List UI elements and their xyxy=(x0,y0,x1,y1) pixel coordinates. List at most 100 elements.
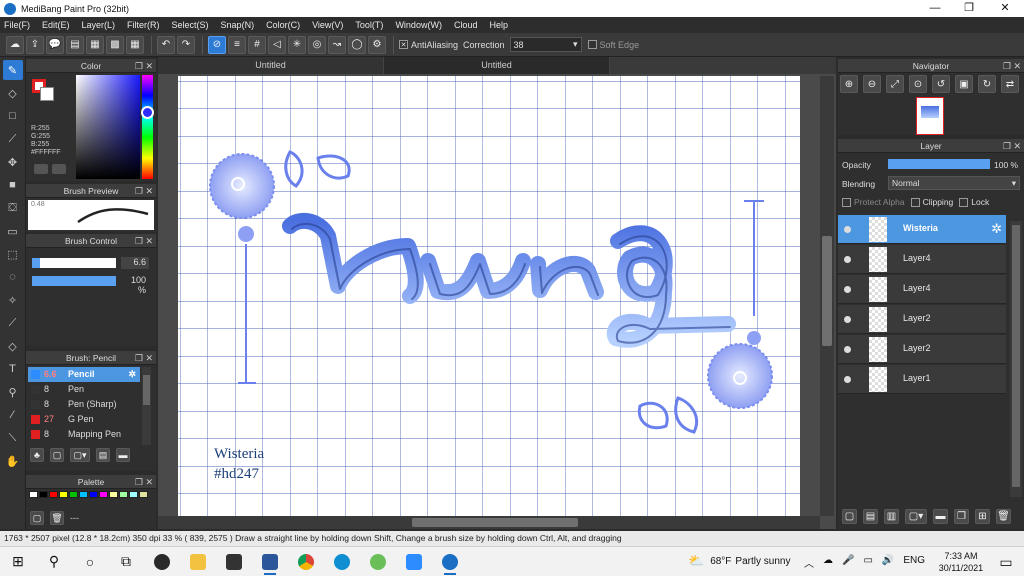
correction-select[interactable]: 38 ▾ xyxy=(509,37,582,52)
tab-untitled-2[interactable]: Untitled xyxy=(384,57,610,74)
trash-icon[interactable]: 🗑 xyxy=(996,509,1011,524)
redo-icon[interactable]: ↷ xyxy=(177,35,195,54)
color-add-toggle[interactable] xyxy=(52,164,66,174)
snap-settings-icon[interactable]: ⚙ xyxy=(368,35,386,54)
palette-swatch[interactable] xyxy=(99,491,108,498)
paint-app-icon[interactable] xyxy=(364,549,392,575)
file-explorer-icon[interactable] xyxy=(184,549,212,575)
layer-row-layer1[interactable]: Layer1 xyxy=(838,365,1006,394)
panel-close-icon[interactable]: ❐ ✕ xyxy=(135,234,153,248)
palette-more[interactable]: --- xyxy=(70,513,79,523)
bucket-tool-icon[interactable]: ⛋ xyxy=(3,198,23,218)
app-u-icon[interactable] xyxy=(148,549,176,575)
share-icon[interactable]: ⇪ xyxy=(26,35,44,54)
menu-view[interactable]: View(V) xyxy=(312,20,343,30)
eye-icon[interactable] xyxy=(844,226,851,233)
layer-row-layer4[interactable]: Layer4 xyxy=(838,245,1006,274)
menu-help[interactable]: Help xyxy=(489,20,508,30)
lock-checkbox[interactable] xyxy=(959,197,969,207)
brush-size-slider[interactable] xyxy=(32,258,116,268)
menu-filter[interactable]: Filter(R) xyxy=(127,20,160,30)
rect-tool-icon[interactable]: □ xyxy=(3,106,23,126)
snap-ellipse-icon[interactable]: ◯ xyxy=(348,35,366,54)
new-layer-icon[interactable]: ▢ xyxy=(842,509,857,524)
soft-edge-checkbox[interactable] xyxy=(587,40,597,49)
folder-icon[interactable]: ▬ xyxy=(933,509,948,524)
layer-opacity-slider[interactable] xyxy=(888,159,990,169)
tiles-icon[interactable]: ▦ xyxy=(126,35,144,54)
layer-row-layer4[interactable]: Layer4 xyxy=(838,275,1006,304)
network-icon[interactable]: ▭ xyxy=(863,555,872,570)
fill-rect-tool-icon[interactable]: ■ xyxy=(3,175,23,195)
close-button[interactable]: ✕ xyxy=(988,0,1022,17)
protect-alpha-checkbox[interactable] xyxy=(842,197,851,207)
brush-opacity-value[interactable]: 100 % xyxy=(121,275,149,295)
maximize-button[interactable]: ❐ xyxy=(952,0,986,17)
palette-swatch[interactable] xyxy=(59,491,68,498)
navigator-thumbnail[interactable] xyxy=(916,97,944,135)
scroll-thumb[interactable] xyxy=(143,375,150,405)
onedrive-icon[interactable]: ☁ xyxy=(823,555,833,570)
brush-item-pen[interactable]: 8 Pen xyxy=(28,382,140,397)
dot-tool-icon[interactable]: ⟋ xyxy=(3,129,23,149)
eye-icon[interactable] xyxy=(844,256,851,263)
minimize-button[interactable]: — xyxy=(918,0,952,17)
snap-radial-icon[interactable]: ✳ xyxy=(288,35,306,54)
chrome-icon[interactable] xyxy=(292,549,320,575)
scroll-thumb[interactable] xyxy=(1012,225,1020,487)
brush-new-icon[interactable]: ▢ xyxy=(50,448,64,462)
select-eraser-icon[interactable]: ◇ xyxy=(3,336,23,356)
chevron-up-icon[interactable]: ︿ xyxy=(804,555,814,570)
merge-layer-icon[interactable]: ⊞ xyxy=(975,509,990,524)
menu-select[interactable]: Select(S) xyxy=(172,20,209,30)
divide-tool-icon[interactable]: ⟍ xyxy=(3,428,23,448)
hue-handle[interactable] xyxy=(141,106,154,119)
palette-new-icon[interactable]: ▢ xyxy=(30,511,44,525)
palette-swatch[interactable] xyxy=(129,491,138,498)
palette-swatch[interactable] xyxy=(89,491,98,498)
rotate-left-icon[interactable]: ↺ xyxy=(932,75,950,93)
palette-swatch[interactable] xyxy=(49,491,58,498)
palette-swatch[interactable] xyxy=(69,491,78,498)
rotate-reset-icon[interactable]: ▣ xyxy=(955,75,973,93)
eraser-tool-icon[interactable]: ◇ xyxy=(3,83,23,103)
panel-close-icon[interactable]: ❐ ✕ xyxy=(135,184,153,198)
page-icon[interactable]: ▦ xyxy=(86,35,104,54)
comment-icon[interactable]: 💬 xyxy=(46,35,64,54)
message-icon[interactable]: ▤ xyxy=(66,35,84,54)
task-view-icon[interactable]: ⧉ xyxy=(112,549,140,575)
layer-row-layer2[interactable]: Layer2 xyxy=(838,335,1006,364)
rotate-right-icon[interactable]: ↻ xyxy=(978,75,996,93)
menu-cloud[interactable]: Cloud xyxy=(454,20,478,30)
palette-swatch[interactable] xyxy=(109,491,118,498)
edge-icon[interactable] xyxy=(328,549,356,575)
move-tool-icon[interactable]: ✥ xyxy=(3,152,23,172)
brush-item-pencil[interactable]: 6.6 Pencil ✲ xyxy=(28,367,140,382)
eye-icon[interactable] xyxy=(844,286,851,293)
antialiasing-checkbox[interactable]: ✕ xyxy=(399,40,408,49)
weather-widget[interactable]: ⛅ 68°F Partly sunny xyxy=(688,553,790,569)
menu-snap[interactable]: Snap(N) xyxy=(221,20,255,30)
select-pen-icon[interactable]: ⟋ xyxy=(3,313,23,333)
eye-icon[interactable] xyxy=(844,376,851,383)
palette-swatch[interactable] xyxy=(139,491,148,498)
menu-color[interactable]: Color(C) xyxy=(266,20,300,30)
zoom-icon[interactable] xyxy=(400,549,428,575)
hand-tool-icon[interactable]: ✋ xyxy=(3,451,23,471)
zoom-in-icon[interactable]: ⊕ xyxy=(840,75,858,93)
brush-copy-icon[interactable]: ▤ xyxy=(96,448,110,462)
artwork[interactable] xyxy=(178,76,800,516)
color-mode-toggle[interactable] xyxy=(34,164,48,174)
brush-opacity-slider[interactable] xyxy=(32,276,116,286)
menu-file[interactable]: File(F) xyxy=(4,20,30,30)
layer-opacity-value[interactable]: 100 % xyxy=(994,160,1018,170)
canvas-paper[interactable]: Wisteria #hd247 xyxy=(178,76,800,516)
eye-icon[interactable] xyxy=(844,346,851,353)
calculator-icon[interactable] xyxy=(220,549,248,575)
layer-list-scrollbar[interactable] xyxy=(1010,221,1022,497)
lasso-tool-icon[interactable]: ◌ xyxy=(3,267,23,287)
tab-untitled-1[interactable]: Untitled xyxy=(158,57,384,74)
layer-row-layer2[interactable]: Layer2 xyxy=(838,305,1006,334)
brush-size-value[interactable]: 6.6 xyxy=(121,257,149,269)
eye-icon[interactable] xyxy=(844,316,851,323)
